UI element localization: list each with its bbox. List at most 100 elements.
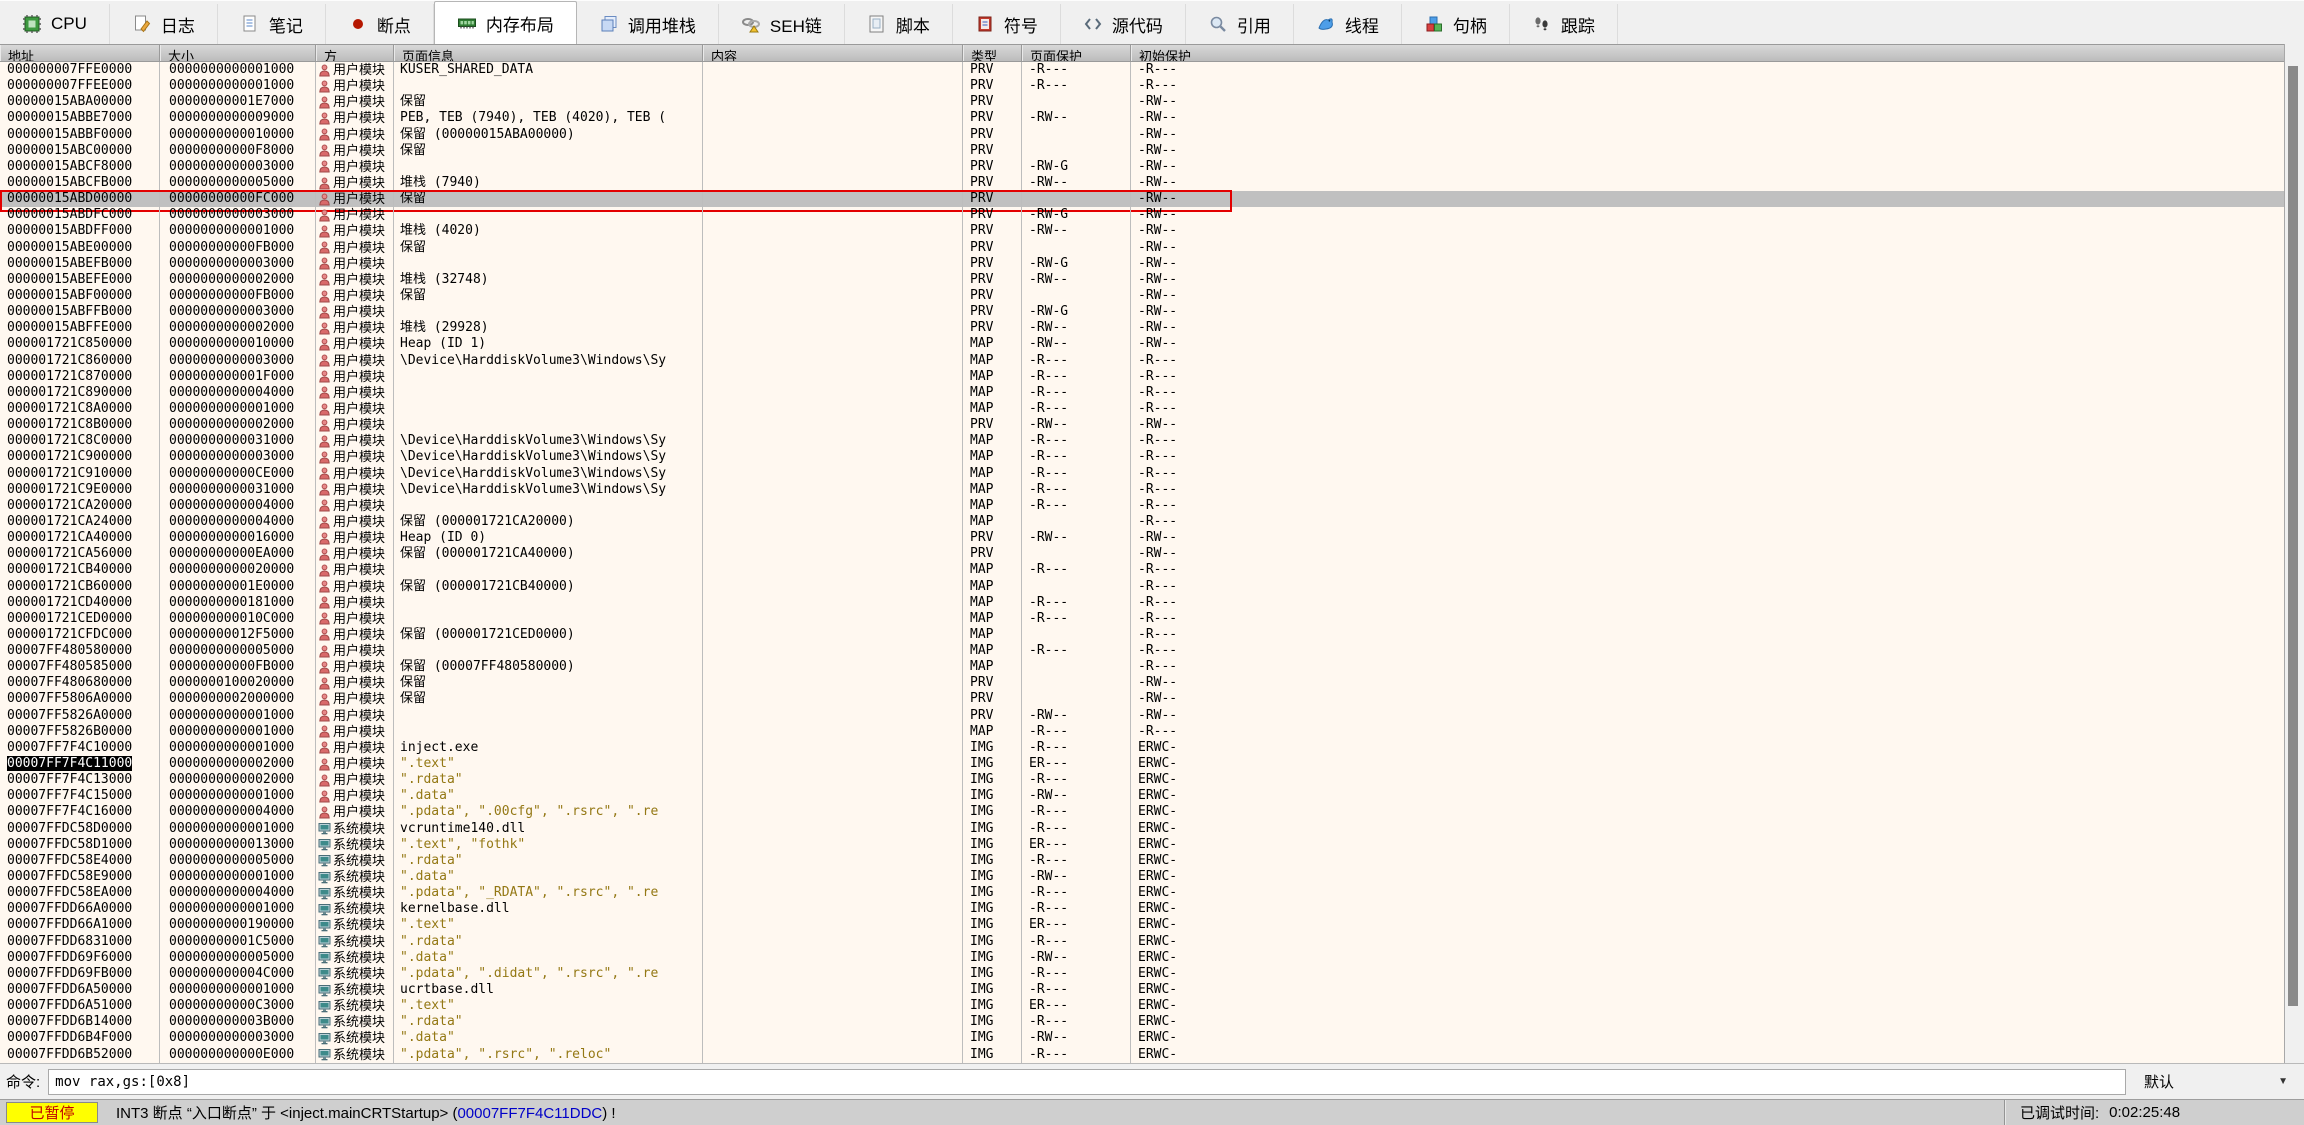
memory-map-row[interactable]: 00000015ABE0000000000000000FB000用户模块保留PR…: [0, 240, 2284, 256]
column-header-2[interactable]: 大小: [160, 45, 316, 61]
tab-symbols[interactable]: 符号: [953, 4, 1061, 44]
memory-map-row[interactable]: 00007FFDD66A00000000000000001000系统模块kern…: [0, 901, 2284, 917]
vertical-scrollbar[interactable]: [2284, 44, 2300, 1063]
memory-map-row[interactable]: 000001721CED0000000000000010C000用户模块MAP-…: [0, 611, 2284, 627]
memory-map-row[interactable]: 000001721CA200000000000000004000用户模块MAP-…: [0, 498, 2284, 514]
tab-source[interactable]: 源代码: [1061, 4, 1186, 44]
memory-map-row[interactable]: 00007FF5826A00000000000000001000用户模块PRV-…: [0, 708, 2284, 724]
address-cell: 000000007FFE0000: [0, 62, 160, 78]
memory-map-row[interactable]: 000000007FFE00000000000000001000用户模块KUSE…: [0, 62, 2284, 78]
type-cell: PRV: [963, 530, 1022, 546]
memory-map-row[interactable]: 00000015ABDFC0000000000000003000用户模块PRV-…: [0, 207, 2284, 223]
memory-map-row[interactable]: 00000015ABBE70000000000000009000用户模块PEB,…: [0, 110, 2284, 126]
memory-map-row[interactable]: 00007FFDD69FB000000000000004C000系统模块 ".p…: [0, 966, 2284, 982]
memory-map-table[interactable]: 000000007FFE00000000000000001000用户模块KUSE…: [0, 62, 2284, 1063]
tab-trace[interactable]: 跟踪: [1510, 4, 1618, 44]
memory-map-row[interactable]: 00000015ABCF80000000000000003000用户模块PRV-…: [0, 159, 2284, 175]
memory-map-row[interactable]: 00000015ABF0000000000000000FB000用户模块保留PR…: [0, 288, 2284, 304]
memory-map-row[interactable]: 000000007FFEE0000000000000001000用户模块PRV-…: [0, 78, 2284, 94]
tab-memory-map[interactable]: 内存布局: [434, 1, 577, 44]
column-header-7[interactable]: 页面保护: [1022, 45, 1131, 61]
memory-map-row[interactable]: 000001721C9000000000000000003000用户模块\Dev…: [0, 449, 2284, 465]
column-header-5[interactable]: 内容: [703, 45, 963, 61]
memory-map-row[interactable]: 00007FFDC58D10000000000000013000系统模块 ".t…: [0, 837, 2284, 853]
memory-map-row[interactable]: 00000015ABFFB0000000000000003000用户模块PRV-…: [0, 304, 2284, 320]
memory-map-row[interactable]: 00007FF48058500000000000000FB000用户模块保留 (…: [0, 659, 2284, 675]
command-input[interactable]: [48, 1069, 2126, 1095]
memory-map-row[interactable]: 00007FFDC58E90000000000000001000系统模块 ".d…: [0, 869, 2284, 885]
tab-seh-chain[interactable]: SEH链: [719, 4, 845, 44]
memory-map-row[interactable]: 00007FFDC58D00000000000000001000系统模块vcru…: [0, 821, 2284, 837]
size-cell: 0000000000016000: [160, 530, 316, 546]
tab-threads[interactable]: 线程: [1294, 4, 1402, 44]
column-header-1[interactable]: 地址: [0, 45, 160, 61]
memory-map-row[interactable]: 00007FF7F4C100000000000000001000用户模块inje…: [0, 740, 2284, 756]
user-module-icon: [318, 306, 331, 319]
memory-map-row[interactable]: 00000015ABC0000000000000000F8000用户模块保留PR…: [0, 143, 2284, 159]
memory-map-row[interactable]: 00000015ABFFE0000000000000002000用户模块堆栈 (…: [0, 320, 2284, 336]
tab-cpu[interactable]: CPU: [0, 4, 110, 44]
memory-map-row[interactable]: 00007FFDC58E40000000000000005000系统模块 ".r…: [0, 853, 2284, 869]
column-header-3[interactable]: 方: [316, 45, 394, 61]
memory-map-row[interactable]: 00000015ABBF00000000000000010000用户模块保留 (…: [0, 127, 2284, 143]
memory-map-row[interactable]: 00007FFDD6A500000000000000001000系统模块ucrt…: [0, 982, 2284, 998]
column-header-6[interactable]: 类型: [963, 45, 1022, 61]
memory-map-row[interactable]: 000001721C8900000000000000004000用户模块MAP-…: [0, 385, 2284, 401]
memory-map-row[interactable]: 00007FF5826B00000000000000001000用户模块MAP-…: [0, 724, 2284, 740]
page-info-cell: [394, 417, 703, 433]
memory-map-row[interactable]: 00000015ABDFF0000000000000001000用户模块堆栈 (…: [0, 223, 2284, 239]
profile-dropdown[interactable]: 默认 ▼: [2134, 1069, 2298, 1095]
memory-map-row[interactable]: 00000015ABCFB0000000000000005000用户模块堆栈 (…: [0, 175, 2284, 191]
memory-map-row[interactable]: 000001721C8500000000000000010000用户模块Heap…: [0, 336, 2284, 352]
memory-map-row[interactable]: 00007FFDD6B4F0000000000000003000系统模块 ".d…: [0, 1030, 2284, 1046]
initial-protection-cell: -RW--: [1131, 223, 2284, 239]
tab-script[interactable]: 脚本: [845, 4, 953, 44]
tab-handles[interactable]: 句柄: [1402, 4, 1510, 44]
tab-references[interactable]: 引用: [1186, 4, 1294, 44]
tab-call-stack[interactable]: 调用堆栈: [577, 4, 719, 44]
memory-map-row[interactable]: 00000015ABEFB0000000000000003000用户模块PRV-…: [0, 256, 2284, 272]
memory-map-row[interactable]: 000001721C8A00000000000000001000用户模块MAP-…: [0, 401, 2284, 417]
memory-map-row[interactable]: 00007FF5806A00000000000002000000用户模块保留PR…: [0, 691, 2284, 707]
memory-map-row[interactable]: 000001721CB6000000000000001E0000用户模块保留 (…: [0, 579, 2284, 595]
memory-map-row[interactable]: 000001721C8B00000000000000002000用户模块PRV-…: [0, 417, 2284, 433]
owner-cell: 用户模块: [316, 740, 394, 756]
tab-notes[interactable]: 笔记: [218, 4, 326, 44]
memory-map-row[interactable]: 000001721C9E00000000000000031000用户模块\Dev…: [0, 482, 2284, 498]
memory-map-row[interactable]: 000001721CA5600000000000000EA000用户模块保留 (…: [0, 546, 2284, 562]
memory-map-row[interactable]: 00007FF4806800000000000100020000用户模块保留PR…: [0, 675, 2284, 691]
memory-map-row[interactable]: 000001721CA400000000000000016000用户模块Heap…: [0, 530, 2284, 546]
page-info-cell: kernelbase.dll: [394, 901, 703, 917]
column-header-4[interactable]: 页面信息: [394, 45, 703, 61]
memory-map-row[interactable]: 000001721C91000000000000000CE000用户模块\Dev…: [0, 466, 2284, 482]
memory-map-row[interactable]: 00007FFDD6A5100000000000000C3000系统模块 ".t…: [0, 998, 2284, 1014]
memory-map-row[interactable]: 000001721CB400000000000000020000用户模块MAP-…: [0, 562, 2284, 578]
memory-map-row[interactable]: 000001721CA240000000000000004000用户模块保留 (…: [0, 514, 2284, 530]
tab-log[interactable]: 日志: [110, 4, 218, 44]
memory-map-row[interactable]: 00007FF7F4C110000000000000002000用户模块 ".t…: [0, 756, 2284, 772]
memory-map-row[interactable]: 00007FF4805800000000000000005000用户模块MAP-…: [0, 643, 2284, 659]
memory-map-row[interactable]: 00007FF7F4C150000000000000001000用户模块 ".d…: [0, 788, 2284, 804]
memory-map-row[interactable]: 00007FFDD6B14000000000000003B000系统模块 ".r…: [0, 1014, 2284, 1030]
memory-map-row[interactable]: 000001721CFDC00000000000012F5000用户模块保留 (…: [0, 627, 2284, 643]
initial-protection-cell: -RW--: [1131, 288, 2284, 304]
memory-map-row[interactable]: 000001721C8C00000000000000031000用户模块\Dev…: [0, 433, 2284, 449]
memory-map-row[interactable]: 000001721C870000000000000001F000用户模块MAP-…: [0, 369, 2284, 385]
scrollbar-thumb[interactable]: [2288, 66, 2298, 1006]
memory-map-row[interactable]: 00007FFDD69F60000000000000005000系统模块 ".d…: [0, 950, 2284, 966]
memory-map-row[interactable]: 00007FF7F4C160000000000000004000用户模块 ".p…: [0, 804, 2284, 820]
tab-breakpoint[interactable]: 断点: [326, 4, 434, 44]
content-cell: [703, 950, 963, 966]
memory-map-row[interactable]: 00000015ABEFE0000000000000002000用户模块堆栈 (…: [0, 272, 2284, 288]
memory-map-row[interactable]: 00007FFDD683100000000000001C5000系统模块 ".r…: [0, 934, 2284, 950]
column-header-8[interactable]: 初始保护: [1131, 45, 2284, 61]
memory-map-row[interactable]: 00007FFDD66A10000000000000190000系统模块 ".t…: [0, 917, 2284, 933]
memory-map-row[interactable]: 00007FFDC58EA0000000000000004000系统模块 ".p…: [0, 885, 2284, 901]
memory-map-row[interactable]: 00007FFDD6B52000000000000000E000系统模块 ".p…: [0, 1047, 2284, 1063]
memory-map-row[interactable]: 000001721CD400000000000000181000用户模块MAP-…: [0, 595, 2284, 611]
tab-label: 日志: [161, 12, 195, 37]
memory-map-row[interactable]: 00007FF7F4C130000000000000002000用户模块 ".r…: [0, 772, 2284, 788]
memory-map-row[interactable]: 00000015ABA0000000000000001E7000用户模块保留PR…: [0, 94, 2284, 110]
memory-map-row[interactable]: 000001721C8600000000000000003000用户模块\Dev…: [0, 353, 2284, 369]
memory-map-row[interactable]: 00000015ABD0000000000000000FC000用户模块保留PR…: [0, 191, 2284, 207]
